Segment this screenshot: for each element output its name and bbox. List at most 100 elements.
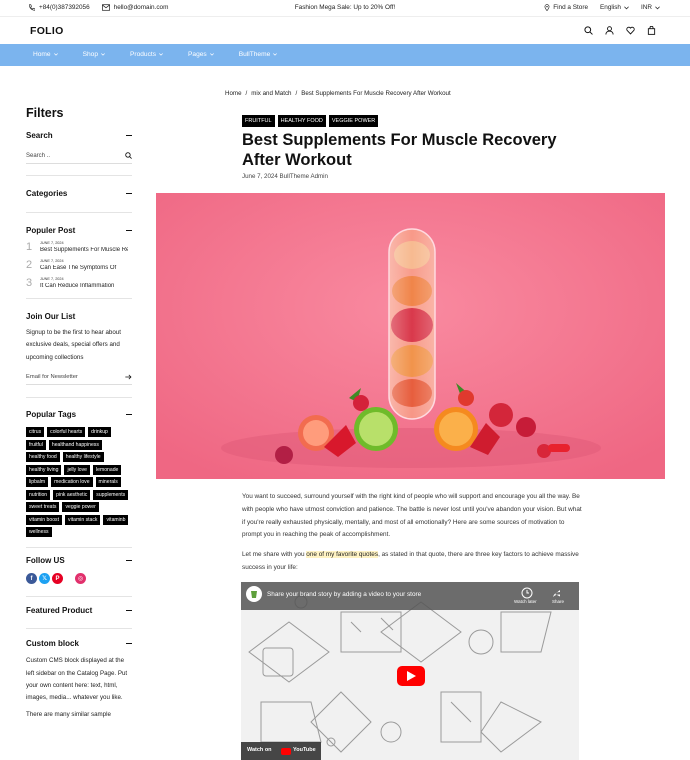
categories-header[interactable]: Categories — [26, 189, 132, 198]
watch-on-label[interactable]: Watch on — [247, 747, 272, 753]
tag-chip[interactable]: healthand happiness — [48, 439, 102, 450]
search-section: Search Search .. — [26, 131, 132, 176]
filters-sidebar: Filters Search Search .. Categories Popu… — [26, 106, 132, 721]
breadcrumb-current: Best Supplements For Muscle Recovery Aft… — [301, 90, 451, 97]
youtube-play-button[interactable] — [397, 666, 425, 686]
nav-item-pages[interactable]: Pages — [188, 51, 214, 58]
highlighted-quote-link[interactable]: one of my favorite quotes — [306, 551, 379, 558]
nav-item-shop[interactable]: Shop — [83, 51, 105, 58]
watch-later-label[interactable]: Watch later — [514, 599, 537, 604]
tag-chip[interactable]: supplements — [93, 489, 129, 500]
find-store-label: Find a Store — [553, 4, 589, 11]
filters-title: Filters — [26, 106, 64, 120]
follow-header[interactable]: Follow US — [26, 556, 132, 565]
categories-heading: Categories — [26, 189, 68, 198]
chevron-down-icon — [655, 5, 660, 9]
post-tags: FRUITFUL HEALTHY FOOD VEGGIE POWER — [242, 115, 379, 127]
collapse-icon[interactable] — [126, 193, 132, 194]
search-header[interactable]: Search — [26, 131, 132, 140]
post-meta: June 7, 2024 BullTheme Admin — [242, 173, 328, 180]
tag-chip[interactable]: healthy food — [26, 452, 60, 463]
bag-icon[interactable] — [647, 26, 656, 35]
tag-chip[interactable]: minerals — [95, 477, 121, 488]
tag-chip[interactable]: vitamin boost — [26, 514, 63, 525]
custom-block-header[interactable]: Custom block — [26, 639, 132, 648]
collapse-icon[interactable] — [126, 560, 132, 562]
popular-post-item[interactable]: 3 JUNE 7, 2024 It Can Reduce Inflammation — [26, 277, 132, 289]
find-store-link[interactable]: Find a Store — [544, 4, 588, 11]
popular-post-item[interactable]: 2 JUNE 7, 2024 Can Ease The Symptoms Of — [26, 259, 132, 271]
tag-chip[interactable]: colorful hearts — [47, 427, 86, 438]
site-logo[interactable]: FOLIO — [30, 25, 64, 37]
post-number: 2 — [26, 259, 33, 271]
tag-chip[interactable]: vitamin stack — [65, 514, 101, 525]
tag-chip[interactable]: wellness — [26, 527, 52, 538]
user-icon[interactable] — [605, 26, 614, 35]
tag-chip[interactable]: citrus — [26, 427, 45, 438]
instagram-icon[interactable]: ◎ — [75, 573, 86, 585]
collapse-icon[interactable] — [126, 610, 132, 612]
tag-chip[interactable]: lipbalm — [26, 477, 49, 488]
twitter-icon[interactable]: 𝕏 — [39, 573, 50, 585]
featured-header[interactable]: Featured Product — [26, 606, 132, 615]
video-title[interactable]: Share your brand story by adding a video… — [267, 591, 421, 598]
arrow-right-icon[interactable] — [125, 374, 132, 380]
share-label[interactable]: Share — [552, 599, 564, 604]
post-title[interactable]: Best Supplements For Muscle Recovery Aft… — [40, 247, 128, 253]
tag-chip[interactable]: nutrition — [26, 489, 51, 500]
chevron-down-icon — [209, 53, 214, 56]
popular-post-section: Populer Post 1 JUNE 7, 2024 Best Suppleme… — [26, 213, 132, 299]
breadcrumb-category[interactable]: mix and Match — [251, 90, 291, 97]
nav-item-products[interactable]: Products — [130, 51, 163, 58]
youtube-label[interactable]: YouTube — [293, 747, 316, 753]
follow-heading: Follow US — [26, 556, 65, 566]
breadcrumb-home[interactable]: Home — [225, 90, 242, 97]
nav-label: Pages — [188, 51, 207, 58]
collapse-icon[interactable] — [126, 135, 132, 136]
nav-item-bulltheme[interactable]: BullTheme — [239, 51, 278, 58]
post-number: 3 — [26, 277, 33, 289]
tag-chip[interactable]: fruitful — [26, 439, 46, 450]
tag-list: citrus colorful hearts drinkup fruitful heal… — [26, 427, 132, 547]
collapse-icon[interactable] — [126, 643, 132, 645]
newsletter-email-input[interactable]: Email for Newsletter — [26, 374, 78, 380]
custom-block-heading: Custom block — [26, 639, 79, 649]
post-title[interactable]: It Can Reduce Inflammation — [40, 283, 128, 289]
featured-heading: Featured Product — [26, 606, 93, 616]
post-tag[interactable]: FRUITFUL — [242, 115, 275, 127]
chevron-down-icon — [159, 53, 163, 56]
post-tag[interactable]: VEGGIE POWER — [328, 115, 379, 127]
search-icon[interactable] — [125, 152, 132, 159]
join-list-section: Join Our List Signup to be the first to … — [26, 299, 132, 399]
popular-tags-heading: Popular Tags — [26, 410, 77, 420]
post-tag[interactable]: HEALTHY FOOD — [277, 115, 326, 127]
collapse-icon[interactable] — [126, 414, 132, 416]
currency-selector[interactable]: INR — [641, 4, 660, 11]
language-selector[interactable]: English — [600, 4, 629, 11]
post-title[interactable]: Can Ease The Symptoms Of — [40, 265, 128, 271]
nav-item-home[interactable]: Home — [33, 51, 58, 58]
video-embed[interactable]: Share your brand story by adding a video… — [241, 582, 579, 760]
pinterest-icon[interactable]: P — [52, 573, 63, 585]
tag-chip[interactable]: medication love — [51, 477, 93, 488]
custom-block-text-2: There are many similar sample — [26, 710, 111, 718]
tag-chip[interactable]: veggie power — [62, 502, 99, 513]
tag-chip[interactable]: jelly love — [64, 464, 90, 475]
search-icon[interactable] — [584, 26, 593, 35]
heart-icon[interactable] — [626, 26, 635, 35]
post-number: 1 — [26, 241, 33, 253]
popular-post-item[interactable]: 1 JUNE 7, 2024 Best Supplements For Muscl… — [26, 241, 132, 253]
sidebar-search-input[interactable]: Search .. — [26, 153, 50, 159]
collapse-icon[interactable] — [126, 230, 132, 231]
tag-chip[interactable]: healthy lifestyle — [62, 452, 104, 463]
facebook-icon[interactable]: f — [26, 573, 37, 585]
tag-chip[interactable]: vitaminb — [103, 514, 129, 525]
tag-chip[interactable]: lemonade — [93, 464, 122, 475]
tag-chip[interactable]: drinkup — [88, 427, 111, 438]
tag-chip[interactable]: pink aesthetic — [53, 489, 91, 500]
popular-tags-header[interactable]: Popular Tags — [26, 410, 132, 419]
tag-chip[interactable]: sweet treats — [26, 502, 60, 513]
follow-section: Follow US f 𝕏 P ◎ — [26, 548, 132, 598]
popular-post-header[interactable]: Populer Post — [26, 226, 132, 235]
tag-chip[interactable]: healthy living — [26, 464, 62, 475]
